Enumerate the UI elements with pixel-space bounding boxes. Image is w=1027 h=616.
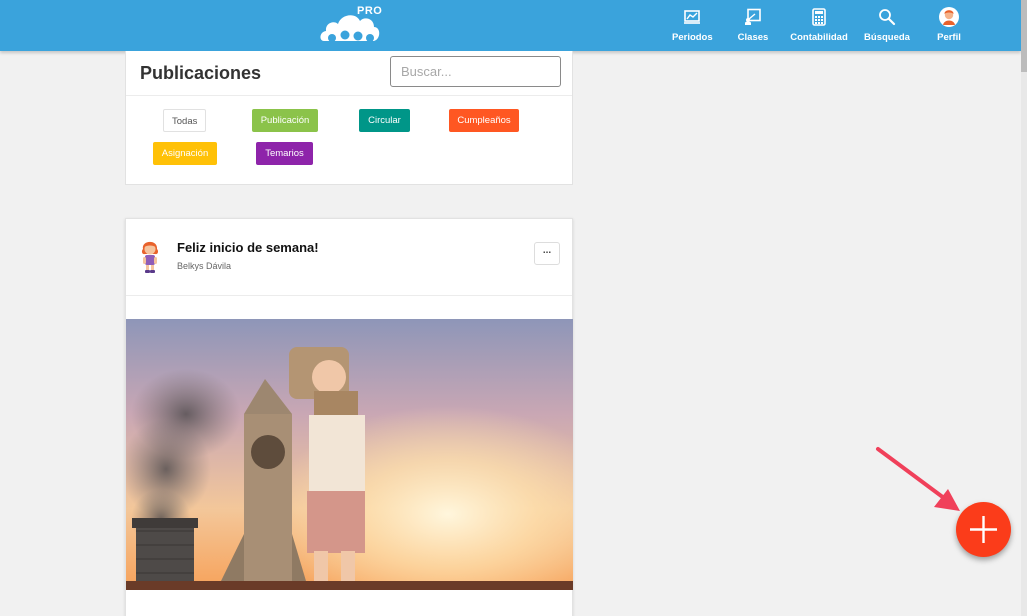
plus-icon — [970, 516, 997, 543]
top-navbar: PRO Periodos Clases Contabilidad Búsqued… — [0, 0, 1021, 51]
nav-label: Búsqueda — [864, 32, 910, 43]
post-author[interactable]: Belkys Dávila — [177, 261, 231, 271]
nav-busqueda[interactable]: Búsqueda — [864, 8, 910, 48]
post-card: Feliz inicio de semana! Belkys Dávila ..… — [125, 218, 573, 616]
publications-card: Publicaciones Todas Publicación Circular… — [125, 51, 573, 185]
filter-todas[interactable]: Todas — [163, 109, 206, 132]
filter-cumpleanos[interactable]: Cumpleaños — [449, 109, 519, 132]
avatar-icon — [939, 7, 959, 27]
nav-perfil[interactable]: Perfil — [934, 7, 964, 48]
search-icon — [879, 9, 896, 26]
post-photo[interactable] — [126, 319, 573, 590]
nav-label: Contabilidad — [790, 32, 848, 43]
add-post-button[interactable] — [956, 502, 1011, 557]
nav-label: Clases — [737, 32, 769, 43]
nav-contabilidad[interactable]: Contabilidad — [789, 8, 849, 48]
scrollbar-thumb[interactable] — [1021, 0, 1027, 72]
nav-periodos[interactable]: Periodos — [672, 8, 713, 48]
page-title: Publicaciones — [140, 63, 262, 83]
filter-publicacion[interactable]: Publicación — [252, 109, 318, 132]
nav-label: Perfil — [937, 32, 961, 43]
filter-circular[interactable]: Circular — [359, 109, 410, 132]
author-avatar-icon[interactable] — [138, 237, 162, 273]
search-input[interactable] — [390, 56, 561, 87]
divider — [126, 95, 572, 96]
logo-badge: PRO — [357, 5, 383, 17]
post-title: Feliz inicio de semana! — [177, 240, 319, 255]
post-options-button[interactable]: ... — [534, 242, 560, 265]
filter-asignacion[interactable]: Asignación — [153, 142, 217, 165]
calculator-icon — [812, 8, 826, 26]
presentation-icon — [745, 8, 761, 25]
scrollbar[interactable] — [1021, 0, 1027, 616]
nav-label: Periodos — [672, 32, 713, 43]
chart-icon — [684, 10, 700, 24]
nav-clases[interactable]: Clases — [737, 8, 769, 48]
filter-temarios[interactable]: Temarios — [256, 142, 313, 165]
divider — [126, 295, 572, 296]
